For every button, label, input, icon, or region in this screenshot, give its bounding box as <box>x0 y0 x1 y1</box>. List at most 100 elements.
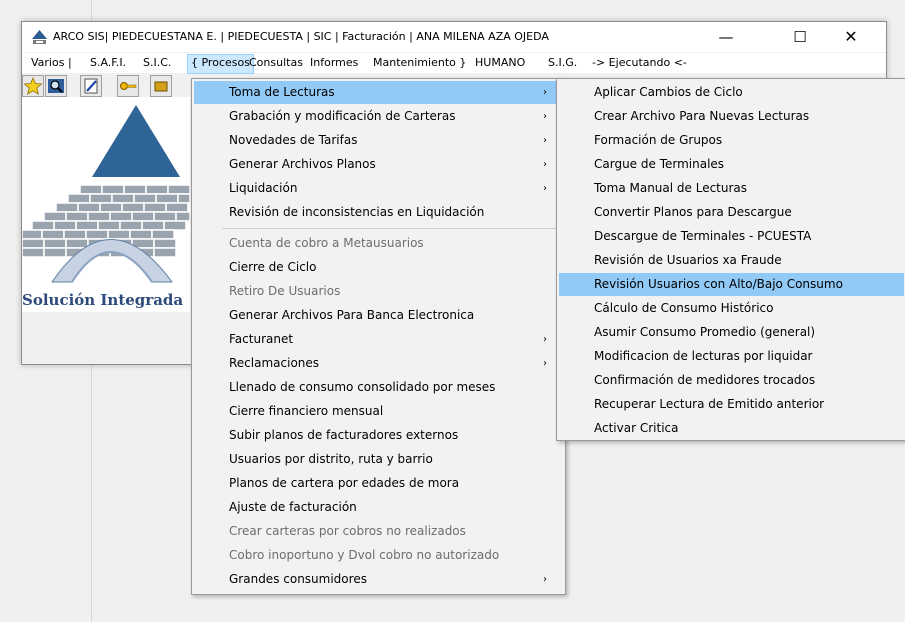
menu-item-label: Liquidación <box>229 181 298 195</box>
menu-item-reclamaciones[interactable]: Reclamaciones › <box>194 352 561 375</box>
toma-lecturas-submenu: Aplicar Cambios de Ciclo Crear Archivo Pa… <box>556 78 905 441</box>
menu-item-label: Formación de Grupos <box>594 133 723 147</box>
menu-item-cobro-inoportuno-y-dvol-cobro-no-autorizado: Cobro inoportuno y Dvol cobro no autoriz… <box>194 544 561 567</box>
menu-item-label: Crear Archivo Para Nuevas Lecturas <box>594 109 810 123</box>
menu-item-toma-de-lecturas[interactable]: Toma de Lecturas › <box>194 81 561 104</box>
menu-item-llenado-de-consumo-consolidado-por-meses[interactable]: Llenado de consumo consolidado por meses <box>194 376 561 399</box>
menu-humano[interactable]: HUMANO <box>472 54 528 72</box>
menu-item-label: Reclamaciones <box>229 356 320 370</box>
title-bar: ARCO SIS| PIEDECUESTANA E. | PIEDECUESTA… <box>22 22 886 52</box>
menu-item-label: Subir planos de facturadores externos <box>229 428 459 442</box>
menu-item-formacion-de-grupos[interactable]: Formación de Grupos <box>559 129 904 152</box>
pyramid-logo <box>22 105 190 283</box>
menu-item-novedades-de-tarifas[interactable]: Novedades de Tarifas › <box>194 129 561 152</box>
menu-item-label: Cobro inoportuno y Dvol cobro no autoriz… <box>229 548 500 562</box>
minimize-button[interactable]: — <box>703 22 749 52</box>
chevron-right-icon: › <box>543 334 547 345</box>
menu-item-calculo-de-consumo-historico[interactable]: Cálculo de Consumo Histórico <box>559 297 904 320</box>
menu-item-label: Planos de cartera por edades de mora <box>229 476 460 490</box>
menu-item-ajuste-de-facturacion[interactable]: Ajuste de facturación <box>194 496 561 519</box>
menu-item-descargue-de-terminales-pcuesta[interactable]: Descargue de Terminales - PCUESTA <box>559 225 904 248</box>
menu-item-label: Generar Archivos Para Banca Electronica <box>229 308 475 322</box>
menu-item-facturanet[interactable]: Facturanet › <box>194 328 561 351</box>
menu-item-revision-de-usuarios-xa-fraude[interactable]: Revisión de Usuarios xa Fraude <box>559 249 904 272</box>
star-icon[interactable] <box>22 75 44 97</box>
menu-item-cargue-de-terminales[interactable]: Cargue de Terminales <box>559 153 904 176</box>
menu-item-label: Crear carteras por cobros no realizados <box>229 524 466 538</box>
chevron-right-icon: › <box>543 358 547 369</box>
arco-app-icon <box>32 30 47 44</box>
logo-panel: Solución Integrada <box>22 97 190 312</box>
menu-item-planos-de-cartera-por-edades-de-mora[interactable]: Planos de cartera por edades de mora <box>194 472 561 495</box>
menu-consultas[interactable]: Consultas <box>246 54 306 72</box>
menu-item-label: Revisión de inconsistencias en Liquidaci… <box>229 205 485 219</box>
menu-mantenimiento[interactable]: Mantenimiento } <box>370 54 469 72</box>
menu-sic[interactable]: S.I.C. <box>140 54 174 72</box>
menu-item-confirmacion-de-medidores-trocados[interactable]: Confirmación de medidores trocados <box>559 369 904 392</box>
key-icon[interactable] <box>117 75 139 97</box>
menu-item-label: Recuperar Lectura de Emitido anterior <box>594 397 825 411</box>
chevron-right-icon: › <box>543 87 547 98</box>
menu-item-label: Activar Critica <box>594 421 679 435</box>
menu-item-label: Modificacion de lecturas por liquidar <box>594 349 813 363</box>
menu-item-usuarios-por-distrito-ruta-y-barrio[interactable]: Usuarios por distrito, ruta y barrio <box>194 448 561 471</box>
menu-item-cierre-de-ciclo[interactable]: Cierre de Ciclo <box>194 256 561 279</box>
menu-item-label: Revisión de Usuarios xa Fraude <box>594 253 782 267</box>
menu-item-label: Revisión Usuarios con Alto/Bajo Consumo <box>594 277 843 291</box>
menu-informes[interactable]: Informes <box>307 54 361 72</box>
menu-item-label: Usuarios por distrito, ruta y barrio <box>229 452 433 466</box>
menu-item-label: Cargue de Terminales <box>594 157 725 171</box>
logo-text: Solución Integrada <box>22 291 184 309</box>
menu-item-label: Generar Archivos Planos <box>229 157 376 171</box>
chevron-right-icon: › <box>543 574 547 585</box>
menu-item-label: Facturanet <box>229 332 294 346</box>
menu-item-generar-archivos-planos[interactable]: Generar Archivos Planos › <box>194 153 561 176</box>
menu-item-label: Cierre financiero mensual <box>229 404 384 418</box>
menu-bar: Varios | S.A.F.I. S.I.C. { Procesos Cons… <box>22 53 886 74</box>
menu-item-grandes-consumidores[interactable]: Grandes consumidores › <box>194 568 561 591</box>
menu-item-revision-usuarios-con-alto-bajo-consumo[interactable]: Revisión Usuarios con Alto/Bajo Consumo <box>559 273 904 296</box>
menu-safi[interactable]: S.A.F.I. <box>87 54 129 72</box>
menu-item-label: Confirmación de medidores trocados <box>594 373 816 387</box>
menu-item-grabacion-y-modificacion-de-carteras[interactable]: Grabación y modificación de Carteras › <box>194 105 561 128</box>
menu-item-label: Cuenta de cobro a Metausuarios <box>229 236 424 250</box>
menu-item-asumir-consumo-promedio-general[interactable]: Asumir Consumo Promedio (general) <box>559 321 904 344</box>
maximize-button[interactable]: ☐ <box>777 22 823 52</box>
chevron-right-icon: › <box>543 183 547 194</box>
menu-item-liquidacion[interactable]: Liquidación › <box>194 177 561 200</box>
search-icon[interactable] <box>45 75 67 97</box>
menu-sig[interactable]: S.I.G. <box>545 54 580 72</box>
menu-item-label: Descargue de Terminales - PCUESTA <box>594 229 812 243</box>
window-title: ARCO SIS| PIEDECUESTANA E. | PIEDECUESTA… <box>53 30 549 43</box>
menu-item-label: Cálculo de Consumo Histórico <box>594 301 774 315</box>
close-button[interactable]: ✕ <box>828 22 874 52</box>
menu-item-subir-planos-de-facturadores-externos[interactable]: Subir planos de facturadores externos <box>194 424 561 447</box>
procesos-dropdown: Toma de Lecturas › Grabación y modificació… <box>191 78 566 595</box>
menu-item-label: Convertir Planos para Descargue <box>594 205 792 219</box>
menu-item-label: Ajuste de facturación <box>229 500 357 514</box>
menu-item-modificacion-de-lecturas-por-liquidar[interactable]: Modificacion de lecturas por liquidar <box>559 345 904 368</box>
menu-item-activar-critica[interactable]: Activar Critica <box>559 417 904 440</box>
menu-ejecutando[interactable]: -> Ejecutando <- <box>589 54 690 72</box>
tool-icon[interactable] <box>150 75 172 97</box>
menu-item-label: Asumir Consumo Promedio (general) <box>594 325 816 339</box>
menu-item-revision-de-inconsistencias-en-liquidacion[interactable]: Revisión de inconsistencias en Liquidaci… <box>194 201 561 224</box>
edit-icon[interactable] <box>80 75 102 97</box>
menu-item-aplicar-cambios-de-ciclo[interactable]: Aplicar Cambios de Ciclo <box>559 81 904 104</box>
menu-varios[interactable]: Varios | <box>28 54 75 72</box>
menu-item-convertir-planos-para-descargue[interactable]: Convertir Planos para Descargue <box>559 201 904 224</box>
menu-item-cuenta-de-cobro-a-metausuarios: Cuenta de cobro a Metausuarios <box>194 232 561 255</box>
menu-item-generar-archivos-para-banca-electronica[interactable]: Generar Archivos Para Banca Electronica <box>194 304 561 327</box>
menu-item-recuperar-lectura-de-emitido-anterior[interactable]: Recuperar Lectura de Emitido anterior <box>559 393 904 416</box>
toolbar <box>22 73 192 97</box>
menu-item-label: Aplicar Cambios de Ciclo <box>594 85 743 99</box>
menu-item-toma-manual-de-lecturas[interactable]: Toma Manual de Lecturas <box>559 177 904 200</box>
chevron-right-icon: › <box>543 159 547 170</box>
menu-item-label: Llenado de consumo consolidado por meses <box>229 380 496 394</box>
menu-item-cierre-financiero-mensual[interactable]: Cierre financiero mensual <box>194 400 561 423</box>
menu-separator <box>222 228 557 229</box>
chevron-right-icon: › <box>543 111 547 122</box>
menu-procesos[interactable]: { Procesos <box>187 54 254 74</box>
menu-item-crear-carteras-por-cobros-no-realizados: Crear carteras por cobros no realizados <box>194 520 561 543</box>
menu-item-crear-archivo-para-nuevas-lecturas[interactable]: Crear Archivo Para Nuevas Lecturas <box>559 105 904 128</box>
